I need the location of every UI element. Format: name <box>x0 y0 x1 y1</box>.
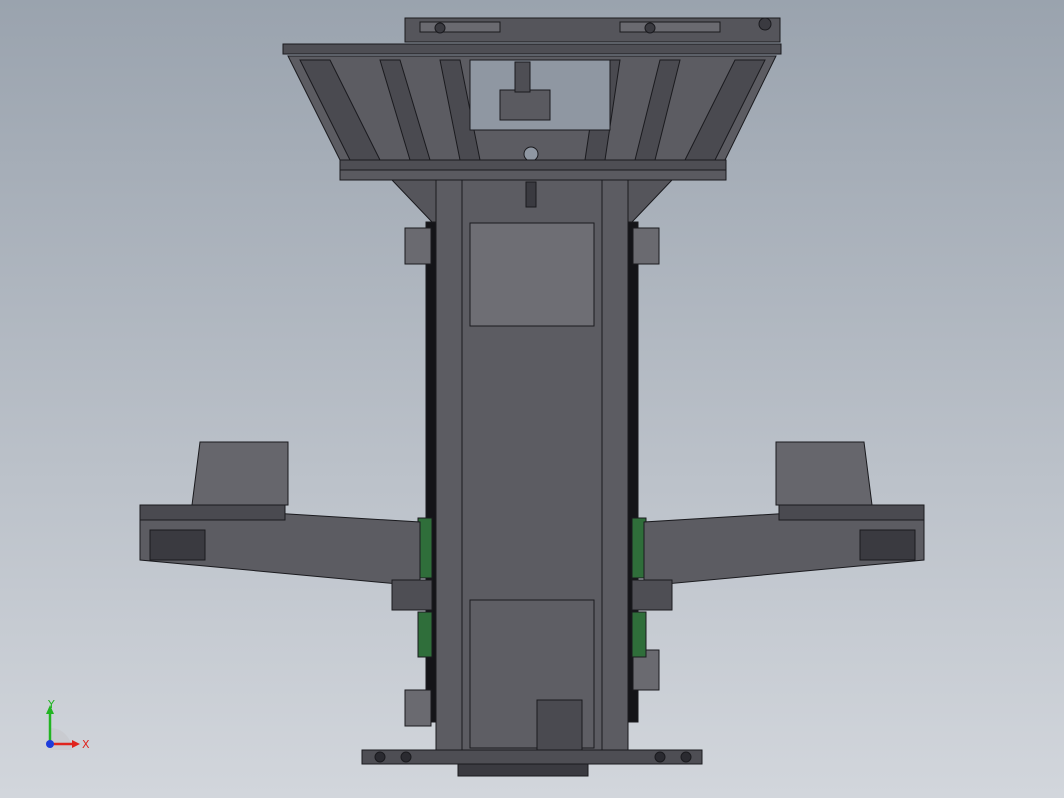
central-column <box>404 179 660 751</box>
access-panel-upper <box>469 222 595 327</box>
left-arm <box>139 441 433 611</box>
z-axis-dot <box>46 740 54 748</box>
axis-triad: Y X <box>46 698 90 751</box>
graphics-viewport[interactable]: Y X <box>0 0 1064 798</box>
y-axis-label: Y <box>47 698 55 711</box>
x-axis-arrowhead <box>72 740 80 748</box>
right-arm <box>631 441 925 611</box>
x-axis-label: X <box>82 738 90 751</box>
base-plate <box>361 749 703 777</box>
cad-model[interactable] <box>0 0 1064 798</box>
